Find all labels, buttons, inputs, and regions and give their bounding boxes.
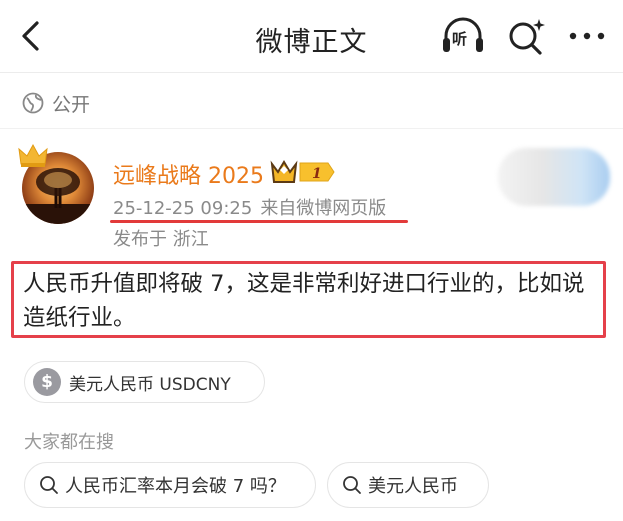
post-source[interactable]: 来自微博网页版 <box>260 198 386 219</box>
post-timestamp: 25-12-25 09:25 <box>113 198 253 219</box>
vip-level-text: 1 <box>312 166 322 182</box>
topic-tag-label: 美元人民币 USDCNY <box>69 374 231 395</box>
search-icon <box>40 476 58 494</box>
highlight-underline <box>110 220 408 223</box>
post-text: 人民币升值即将破 7，这是非常利好进口行业的，比如说造纸行业。 <box>23 271 585 331</box>
hot-search-item[interactable]: 人民币汇率本月会破 7 吗？ <box>24 462 316 508</box>
post-meta: 25-12-25 09:25 来自微博网页版 <box>113 194 394 220</box>
search-icon <box>343 476 361 494</box>
follow-button-blurred[interactable] <box>498 148 610 206</box>
more-dots-icon <box>569 32 605 40</box>
crown-icon <box>18 143 48 167</box>
globe-icon <box>22 92 44 114</box>
visibility-row: 公开 <box>22 88 90 118</box>
vip-badge-icon[interactable]: 1 <box>270 158 336 186</box>
post-location: 发布于 浙江 <box>113 229 209 250</box>
hot-search-title: 大家都在搜 <box>24 432 114 453</box>
author-name[interactable]: 远峰战略 2025 <box>113 158 264 190</box>
hot-search-label: 美元人民币 <box>368 476 458 497</box>
dollar-coin-icon: $ <box>33 368 61 396</box>
search-button[interactable] <box>506 16 548 56</box>
search-sparkle-icon <box>509 19 545 55</box>
topic-tag-chip[interactable]: $ 美元人民币 USDCNY <box>24 361 265 403</box>
section-divider <box>0 128 623 129</box>
visibility-label: 公开 <box>52 93 91 116</box>
nav-divider <box>0 72 623 73</box>
listen-label: 听 <box>452 30 468 48</box>
hot-search-item[interactable]: 美元人民币 <box>327 462 489 508</box>
more-button[interactable] <box>564 20 610 52</box>
avatar-container[interactable] <box>18 142 104 228</box>
hot-search-label: 人民币汇率本月会破 7 吗？ <box>65 476 286 497</box>
listen-button[interactable]: 听 <box>440 16 486 56</box>
top-nav-bar: 微博正文 听 <box>0 0 623 72</box>
